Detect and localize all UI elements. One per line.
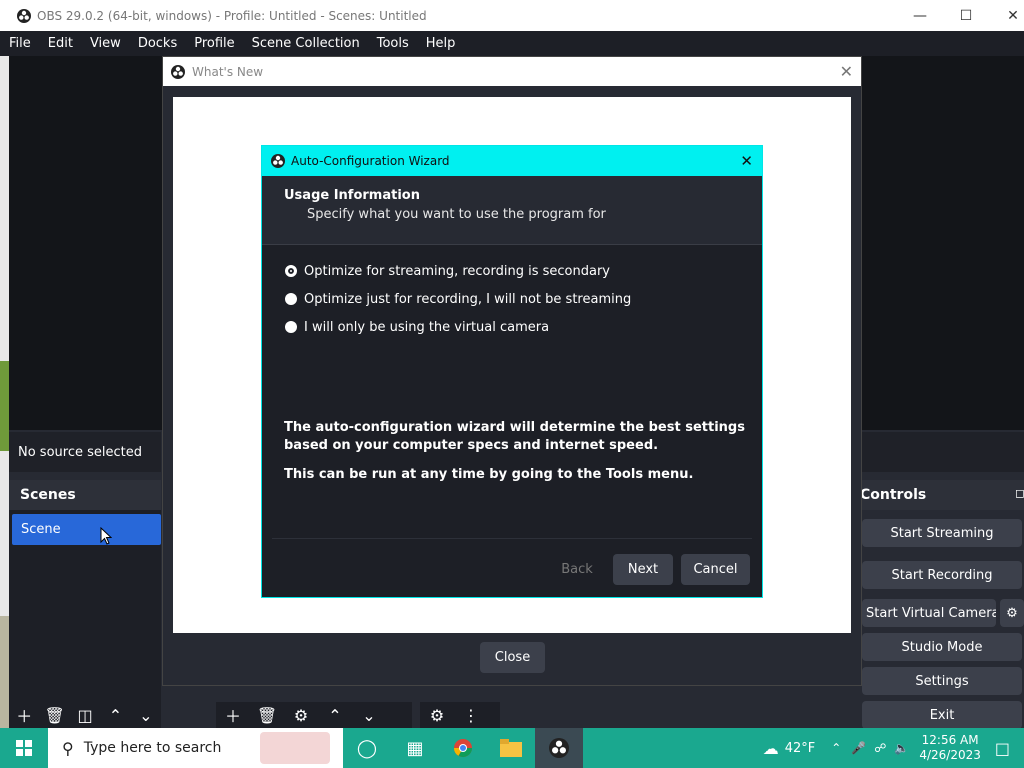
wizard-description: The auto-configuration wizard will deter…: [284, 420, 745, 453]
menu-docks[interactable]: Docks: [138, 36, 177, 51]
add-source-plus-icon[interactable]: ＋: [219, 703, 247, 727]
controls-dock-title: Controls: [860, 487, 927, 503]
clock-date: 4/26/2023: [919, 748, 981, 762]
clock-time: 12:56 AM: [921, 733, 979, 747]
close-icon[interactable]: ✕: [990, 0, 1024, 31]
close-icon[interactable]: ✕: [740, 152, 753, 170]
move-scene-up-icon[interactable]: ⌃: [103, 703, 127, 727]
radio-label: I will only be using the virtual camera: [304, 319, 550, 335]
cortana-icon[interactable]: ◯: [343, 728, 391, 768]
obs-taskbar-icon[interactable]: [535, 728, 583, 768]
minimize-icon[interactable]: —: [897, 0, 943, 31]
whats-new-titlebar: What's New ✕: [163, 57, 861, 86]
weather-cloud-icon: ☁: [762, 738, 779, 758]
whats-new-close-button[interactable]: Close: [480, 642, 545, 673]
wizard-page-title: Usage Information: [284, 188, 420, 203]
menu-scene-collection[interactable]: Scene Collection: [252, 36, 360, 51]
advanced-audio-gears-icon[interactable]: ⚙: [423, 703, 451, 727]
wizard-tools-note: This can be run at any time by going to …: [284, 467, 694, 482]
radio-button[interactable]: [285, 293, 297, 305]
taskbar-search-input[interactable]: ⚲ Type here to search: [48, 728, 343, 768]
window-titlebar: OBS 29.0.2 (64-bit, windows) - Profile: …: [0, 0, 1024, 31]
move-source-up-icon[interactable]: ⌃: [321, 703, 349, 727]
start-recording-button[interactable]: Start Recording: [862, 561, 1022, 589]
remove-source-trash-icon[interactable]: 🗑: [253, 703, 281, 727]
divider: [272, 538, 752, 539]
wizard-page-subtitle: Specify what you want to use the program…: [307, 207, 606, 222]
chrome-icon[interactable]: [439, 728, 487, 768]
cancel-button[interactable]: Cancel: [681, 554, 750, 585]
source-toolbar-right: [862, 432, 1024, 472]
move-scene-down-icon[interactable]: ⌄: [134, 703, 158, 727]
microphone-icon[interactable]: 🎤: [851, 741, 866, 755]
obs-logo-icon: [171, 64, 185, 79]
scene-list-item[interactable]: Scene: [12, 514, 161, 545]
settings-button[interactable]: Settings: [862, 667, 1022, 695]
radio-button-checked[interactable]: [285, 265, 297, 277]
desktop-leaf: [0, 361, 9, 451]
scenes-dock-header: Scenes: [9, 480, 161, 510]
move-source-down-icon[interactable]: ⌄: [355, 703, 383, 727]
windows-start-icon[interactable]: [0, 728, 48, 768]
search-icon: ⚲: [62, 738, 74, 758]
obs-logo-icon: [17, 8, 31, 23]
radio-button[interactable]: [285, 321, 297, 333]
wizard-header: Usage Information Specify what you want …: [262, 176, 762, 245]
task-view-icon[interactable]: ▦: [391, 728, 439, 768]
radio-option-virtual-camera[interactable]: I will only be using the virtual camera: [285, 318, 549, 336]
virtual-camera-settings-gear-icon[interactable]: ⚙: [1000, 599, 1024, 627]
scenes-toolbar: ＋ 🗑 ◫ ⌃ ⌄: [9, 702, 161, 728]
weather-temp[interactable]: 42°F: [785, 741, 816, 756]
back-button[interactable]: Back: [548, 554, 606, 585]
notification-icon[interactable]: □: [995, 739, 1010, 758]
menu-help[interactable]: Help: [426, 36, 456, 51]
menu-file[interactable]: File: [9, 36, 31, 51]
maximize-icon[interactable]: ☐: [943, 0, 989, 31]
obs-logo-icon: [271, 154, 285, 168]
windows-taskbar: ⚲ Type here to search ◯ ▦ ☁ 42°F ⌃ 🎤 ☍ 🔈…: [0, 728, 1024, 768]
remove-scene-trash-icon[interactable]: 🗑: [42, 703, 66, 727]
menu-edit[interactable]: Edit: [48, 36, 73, 51]
add-scene-plus-icon[interactable]: ＋: [12, 703, 36, 727]
scene-filters-icon[interactable]: ◫: [73, 703, 97, 727]
controls-dock-header: Controls ◻: [852, 480, 1024, 510]
wizard-title: Auto-Configuration Wizard: [291, 154, 450, 168]
undock-icon[interactable]: ◻: [1015, 486, 1024, 500]
no-source-label: No source selected: [9, 432, 161, 472]
studio-mode-button[interactable]: Studio Mode: [862, 633, 1022, 661]
mixer-toolbar: ⚙ ⋮: [420, 702, 500, 728]
file-explorer-icon[interactable]: [487, 728, 535, 768]
menu-profile[interactable]: Profile: [194, 36, 234, 51]
menu-bar: File Edit View Docks Profile Scene Colle…: [0, 31, 1024, 56]
system-tray: ☁ 42°F ⌃ 🎤 ☍ 🔈 12:56 AM 4/26/2023 □: [763, 728, 1024, 768]
auto-config-wizard: Auto-Configuration Wizard ✕ Usage Inform…: [261, 145, 763, 598]
exit-button[interactable]: Exit: [862, 701, 1022, 729]
wizard-titlebar: Auto-Configuration Wizard ✕: [262, 146, 762, 176]
volume-icon[interactable]: 🔈: [894, 741, 909, 755]
desktop-strip: [0, 56, 9, 766]
mixer-menu-kebab-icon[interactable]: ⋮: [457, 703, 485, 727]
whats-new-title: What's New: [192, 64, 264, 79]
chevron-up-icon[interactable]: ⌃: [831, 741, 841, 755]
radio-label: Optimize just for recording, I will not …: [304, 291, 632, 307]
start-streaming-button[interactable]: Start Streaming: [862, 519, 1022, 547]
clock[interactable]: 12:56 AM 4/26/2023: [919, 733, 981, 763]
window-title: OBS 29.0.2 (64-bit, windows) - Profile: …: [37, 8, 427, 23]
mouse-cursor-icon: [100, 527, 112, 545]
network-icon[interactable]: ☍: [874, 741, 886, 755]
search-placeholder: Type here to search: [83, 740, 222, 756]
menu-tools[interactable]: Tools: [377, 36, 409, 51]
search-highlight-icon: [260, 732, 330, 764]
menu-view[interactable]: View: [90, 36, 121, 51]
start-virtual-camera-button[interactable]: Start Virtual Camera: [862, 599, 996, 627]
close-icon[interactable]: ✕: [840, 62, 853, 81]
sources-toolbar: ＋ 🗑 ⚙ ⌃ ⌄: [216, 702, 412, 728]
source-properties-gear-icon[interactable]: ⚙: [287, 703, 315, 727]
radio-option-recording[interactable]: Optimize just for recording, I will not …: [285, 290, 631, 308]
radio-label: Optimize for streaming, recording is sec…: [304, 263, 611, 279]
radio-option-streaming[interactable]: Optimize for streaming, recording is sec…: [285, 262, 610, 280]
next-button[interactable]: Next: [613, 554, 673, 585]
